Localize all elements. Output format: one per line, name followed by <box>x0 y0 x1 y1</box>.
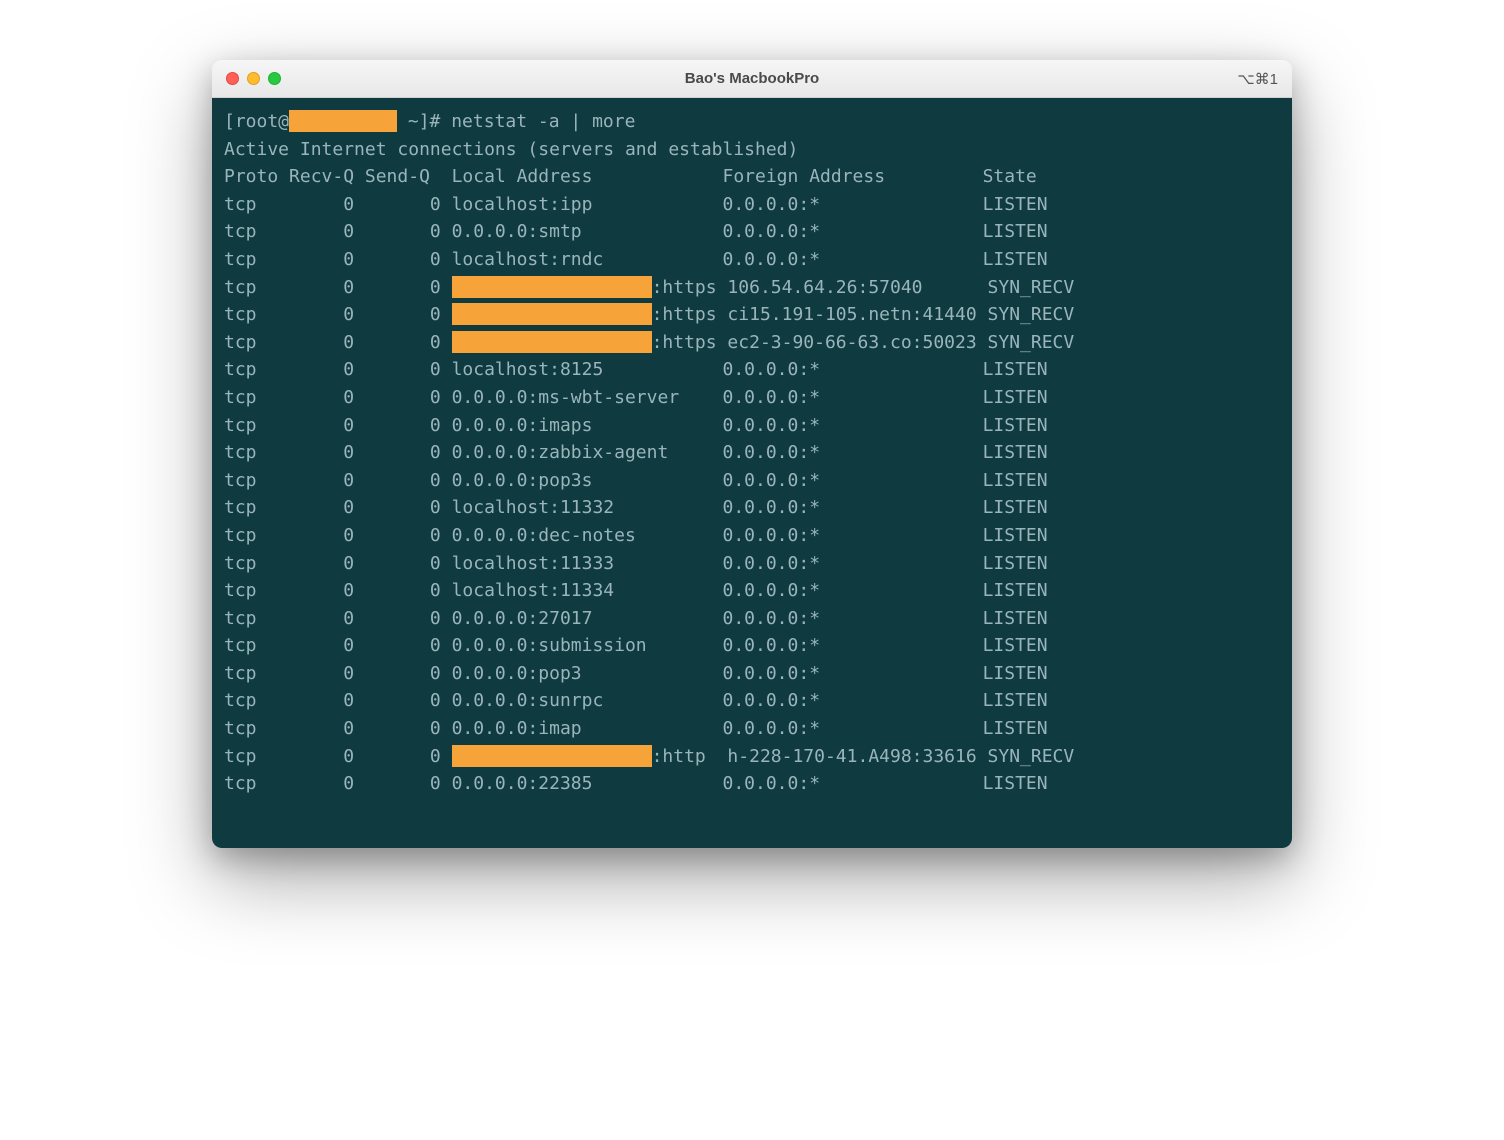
column-header: Proto Recv-Q Send-Q Local Address Foreig… <box>224 163 1280 191</box>
terminal-window: Bao's MacbookPro ⌥⌘1 [root@ ~]# netstat … <box>212 60 1292 848</box>
close-icon[interactable] <box>226 72 239 85</box>
table-row: tcp 0 0 :https ci15.191-105.netn:41440 S… <box>224 301 1280 329</box>
redacted-address <box>452 303 652 325</box>
table-row: tcp 0 0 0.0.0.0:imap 0.0.0.0:* LISTEN <box>224 715 1280 743</box>
header-line: Active Internet connections (servers and… <box>224 136 1280 164</box>
table-row: tcp 0 0 localhost:11334 0.0.0.0:* LISTEN <box>224 577 1280 605</box>
table-row: tcp 0 0 :https 106.54.64.26:57040 SYN_RE… <box>224 274 1280 302</box>
table-row: tcp 0 0 0.0.0.0:dec-notes 0.0.0.0:* LIST… <box>224 522 1280 550</box>
table-row: tcp 0 0 localhost:ipp 0.0.0.0:* LISTEN <box>224 191 1280 219</box>
window-titlebar[interactable]: Bao's MacbookPro ⌥⌘1 <box>212 60 1292 98</box>
table-row: tcp 0 0 0.0.0.0:smtp 0.0.0.0:* LISTEN <box>224 218 1280 246</box>
maximize-icon[interactable] <box>268 72 281 85</box>
redacted-address <box>452 745 652 767</box>
redacted-address <box>452 331 652 353</box>
traffic-lights <box>226 72 281 85</box>
table-row: tcp 0 0 0.0.0.0:pop3 0.0.0.0:* LISTEN <box>224 660 1280 688</box>
table-row: tcp 0 0 localhost:8125 0.0.0.0:* LISTEN <box>224 356 1280 384</box>
table-row: tcp 0 0 0.0.0.0:sunrpc 0.0.0.0:* LISTEN <box>224 687 1280 715</box>
table-row: tcp 0 0 0.0.0.0:zabbix-agent 0.0.0.0:* L… <box>224 439 1280 467</box>
redacted-address <box>452 276 652 298</box>
table-row: tcp 0 0 localhost:11333 0.0.0.0:* LISTEN <box>224 550 1280 578</box>
table-row: tcp 0 0 :https ec2-3-90-66-63.co:50023 S… <box>224 329 1280 357</box>
keyboard-shortcut: ⌥⌘1 <box>1237 70 1278 88</box>
table-row: tcp 0 0 0.0.0.0:22385 0.0.0.0:* LISTEN <box>224 770 1280 798</box>
table-row: tcp 0 0 0.0.0.0:imaps 0.0.0.0:* LISTEN <box>224 412 1280 440</box>
redacted-hostname <box>289 110 397 132</box>
table-row: tcp 0 0 localhost:11332 0.0.0.0:* LISTEN <box>224 494 1280 522</box>
table-row: tcp 0 0 localhost:rndc 0.0.0.0:* LISTEN <box>224 246 1280 274</box>
minimize-icon[interactable] <box>247 72 260 85</box>
terminal-output[interactable]: [root@ ~]# netstat -a | moreActive Inter… <box>212 98 1292 848</box>
prompt-line: [root@ ~]# netstat -a | more <box>224 108 1280 136</box>
window-title: Bao's MacbookPro <box>212 70 1292 87</box>
table-row: tcp 0 0 0.0.0.0:ms-wbt-server 0.0.0.0:* … <box>224 384 1280 412</box>
table-row: tcp 0 0 :http h-228-170-41.A498:33616 SY… <box>224 743 1280 771</box>
table-row: tcp 0 0 0.0.0.0:submission 0.0.0.0:* LIS… <box>224 632 1280 660</box>
table-row: tcp 0 0 0.0.0.0:pop3s 0.0.0.0:* LISTEN <box>224 467 1280 495</box>
table-row: tcp 0 0 0.0.0.0:27017 0.0.0.0:* LISTEN <box>224 605 1280 633</box>
